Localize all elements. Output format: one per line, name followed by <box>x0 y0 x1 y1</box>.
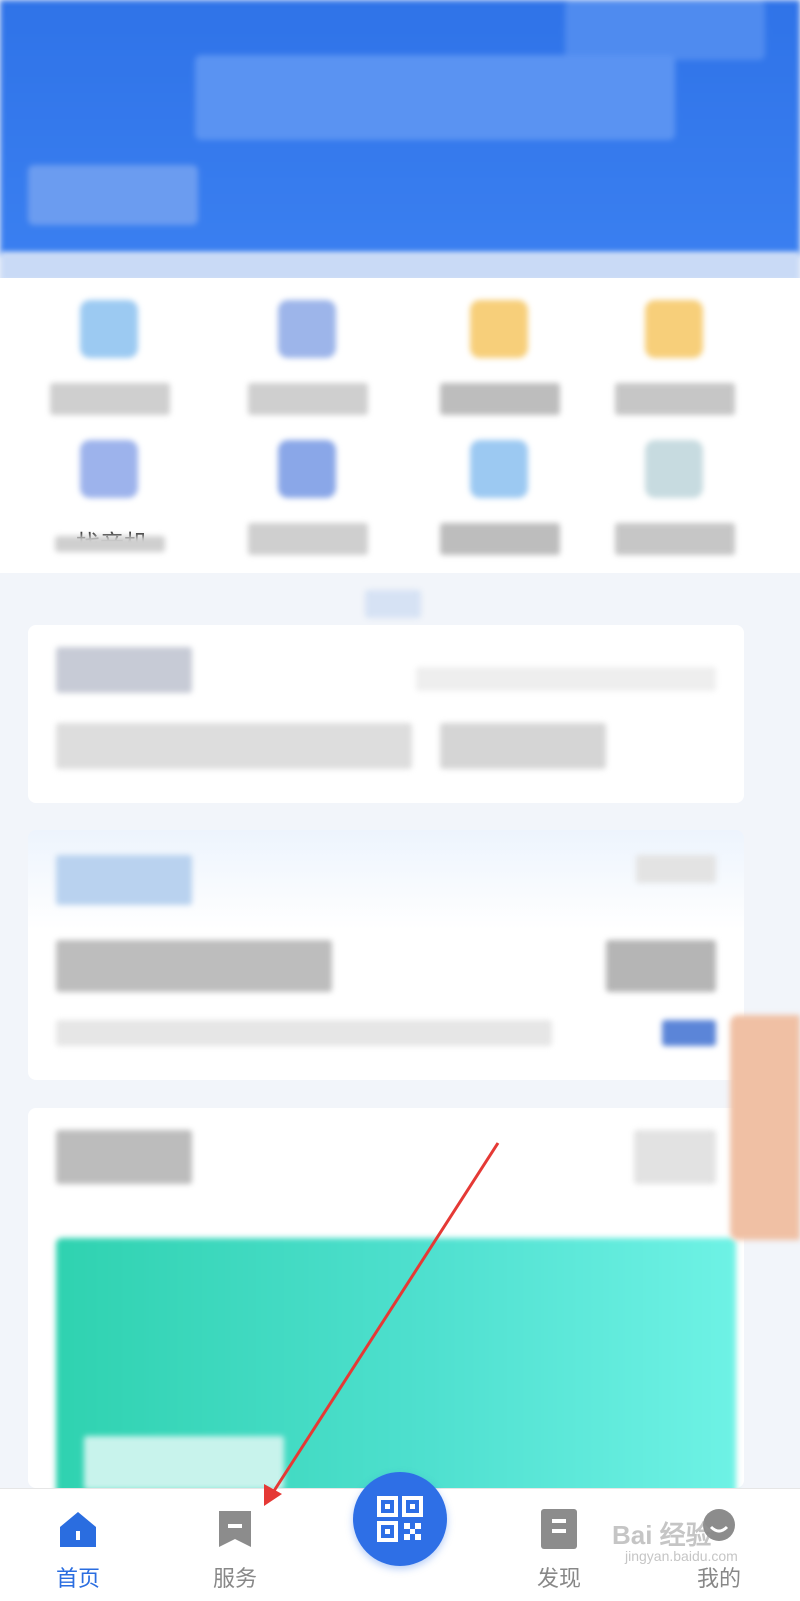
card-title-placeholder <box>56 1130 192 1184</box>
nav-profile-label: 我的 <box>696 1566 741 1591</box>
grid-item-label-placeholder <box>440 383 560 415</box>
grid-item-label-placeholder <box>55 536 165 552</box>
floating-side-tab[interactable] <box>730 1015 800 1240</box>
nav-service[interactable]: 服务 <box>175 1489 295 1601</box>
card-text-placeholder <box>56 723 412 769</box>
discover-icon <box>541 1509 577 1549</box>
card-text-placeholder <box>440 723 606 769</box>
watermark: Bai 经验 <box>612 1520 712 1550</box>
app-icon <box>80 300 138 358</box>
scan-button[interactable] <box>353 1472 447 1566</box>
grid-item[interactable] <box>615 278 735 415</box>
card-text-placeholder <box>636 855 716 883</box>
nav-home-label: 首页 <box>55 1566 100 1591</box>
grid-item[interactable] <box>248 418 368 555</box>
card-text-placeholder <box>56 940 332 992</box>
header-title-placeholder <box>195 55 675 140</box>
app-icon <box>645 440 703 498</box>
app-icon <box>470 300 528 358</box>
nav-home[interactable]: 首页 <box>18 1489 138 1601</box>
nav-discover-label: 发现 <box>536 1566 581 1591</box>
promo-banner[interactable] <box>56 1238 736 1500</box>
page-indicator <box>365 590 421 618</box>
grid-item[interactable] <box>248 278 368 415</box>
grid-item[interactable] <box>615 418 735 555</box>
card-title-placeholder <box>56 855 192 905</box>
card-title-placeholder <box>56 647 192 693</box>
card-text-placeholder <box>416 667 716 691</box>
app-icon <box>278 440 336 498</box>
grid-item[interactable] <box>440 278 560 415</box>
watermark-url: jingyan.baidu.com <box>625 1548 738 1564</box>
app-icon <box>470 440 528 498</box>
service-icon <box>219 1511 251 1547</box>
header-banner <box>0 0 800 255</box>
grid-item-label-placeholder <box>248 523 368 555</box>
grid-item-label-placeholder <box>248 383 368 415</box>
header-corner-placeholder <box>565 0 765 60</box>
info-card[interactable] <box>28 830 744 1080</box>
card-text-placeholder <box>634 1130 716 1184</box>
home-icon <box>60 1512 96 1547</box>
card-tag-placeholder <box>662 1020 716 1046</box>
grid-item-label-placeholder <box>615 523 735 555</box>
header-subtitle-placeholder <box>28 165 198 225</box>
grid-item[interactable] <box>440 418 560 555</box>
quick-access-grid: 找音机 <box>0 278 800 573</box>
app-icon <box>645 300 703 358</box>
grid-item-label-placeholder <box>50 383 170 415</box>
card-text-placeholder <box>56 1020 552 1046</box>
grid-item-label-placeholder <box>440 523 560 555</box>
qr-code-icon <box>377 1496 423 1542</box>
nav-discover[interactable]: 发现 <box>499 1489 619 1601</box>
card-text-placeholder <box>606 940 716 992</box>
grid-item-label-placeholder <box>615 383 735 415</box>
grid-item[interactable] <box>50 278 170 415</box>
info-card[interactable] <box>28 625 744 803</box>
banner-text-placeholder <box>84 1436 284 1490</box>
app-icon <box>278 300 336 358</box>
nav-service-label: 服务 <box>212 1566 257 1591</box>
app-icon <box>80 440 138 498</box>
